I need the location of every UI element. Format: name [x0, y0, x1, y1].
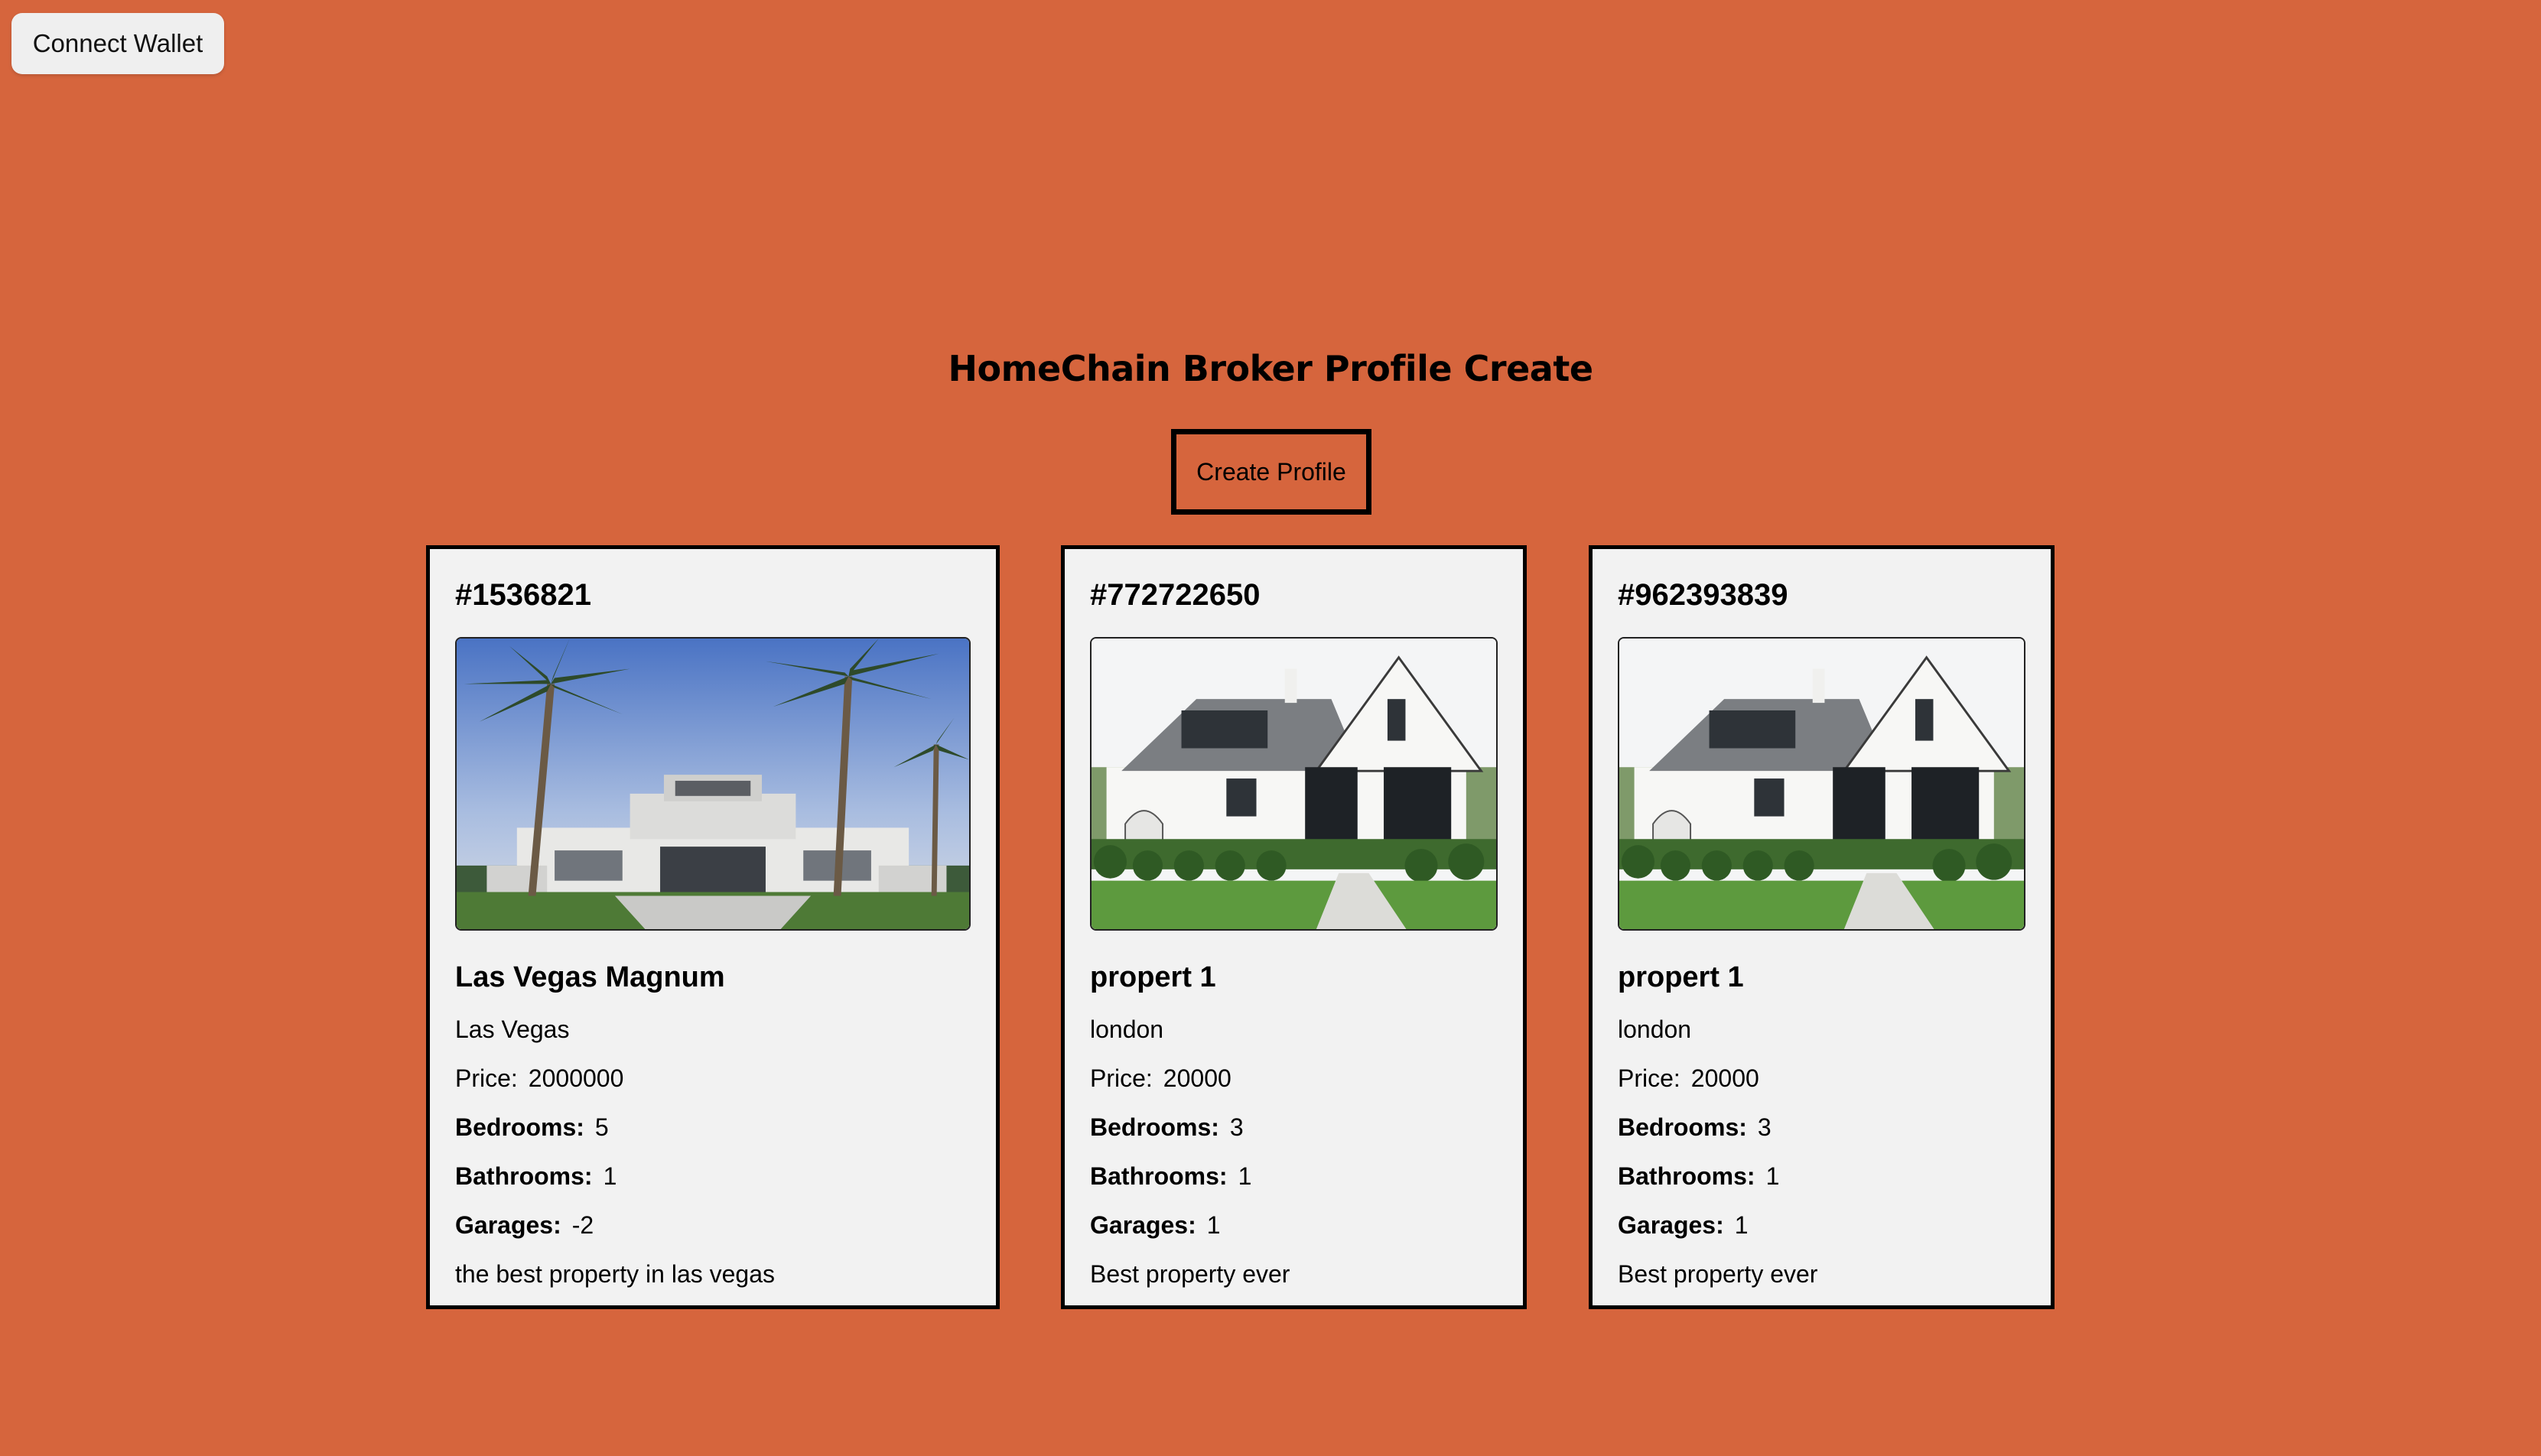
- bathrooms-value: 1: [1765, 1162, 1780, 1190]
- property-bathrooms: Bathrooms: 1: [1090, 1163, 1498, 1189]
- property-bedrooms: Bedrooms: 3: [1618, 1114, 2025, 1140]
- garages-value: 1: [1206, 1211, 1221, 1239]
- garages-label: Garages:: [1090, 1211, 1196, 1239]
- bedrooms-value: 3: [1229, 1113, 1244, 1141]
- create-profile-button[interactable]: Create Profile: [1171, 429, 1371, 515]
- bedrooms-label: Bedrooms:: [455, 1113, 584, 1141]
- property-card: #772722650 propert 1 london Price: 20000…: [1061, 545, 1527, 1309]
- property-bathrooms: Bathrooms: 1: [1618, 1163, 2025, 1189]
- white-farmhouse-photo: [1619, 639, 2024, 929]
- property-bathrooms: Bathrooms: 1: [455, 1163, 971, 1189]
- price-label: Price:: [455, 1064, 518, 1092]
- bedrooms-label: Bedrooms:: [1090, 1113, 1219, 1141]
- property-location: Las Vegas: [455, 1016, 570, 1043]
- garages-value: 1: [1734, 1211, 1749, 1239]
- property-name: propert 1: [1090, 961, 1216, 993]
- price-value: 20000: [1690, 1064, 1759, 1092]
- property-image: [1618, 637, 2025, 931]
- price-label: Price:: [1090, 1064, 1153, 1092]
- property-garages: Garages: 1: [1090, 1212, 1498, 1238]
- page-title: HomeChain Broker Profile Create: [948, 348, 1593, 389]
- property-card: #1536821 Las Vegas Magnum Las Vegas Pric…: [426, 545, 1000, 1309]
- price-value: 20000: [1163, 1064, 1231, 1092]
- bathrooms-label: Bathrooms:: [1618, 1162, 1755, 1190]
- property-price: Price: 2000000: [455, 1065, 971, 1091]
- property-location: london: [1090, 1016, 1164, 1043]
- garages-label: Garages:: [455, 1211, 561, 1239]
- property-bedrooms: Bedrooms: 5: [455, 1114, 971, 1140]
- property-description: Best property ever: [1618, 1260, 1818, 1288]
- bathrooms-label: Bathrooms:: [1090, 1162, 1228, 1190]
- bedrooms-value: 5: [594, 1113, 609, 1141]
- connect-wallet-button[interactable]: Connect Wallet: [11, 13, 224, 74]
- property-name: Las Vegas Magnum: [455, 961, 725, 993]
- property-garages: Garages: 1: [1618, 1212, 2025, 1238]
- property-location: london: [1618, 1016, 1692, 1043]
- bedrooms-value: 3: [1757, 1113, 1772, 1141]
- property-name: propert 1: [1618, 961, 1744, 993]
- property-price: Price: 20000: [1618, 1065, 2025, 1091]
- price-value: 2000000: [528, 1064, 624, 1092]
- property-garages: Garages: -2: [455, 1212, 971, 1238]
- property-description: the best property in las vegas: [455, 1260, 776, 1288]
- property-bedrooms: Bedrooms: 3: [1090, 1114, 1498, 1140]
- garages-value: -2: [571, 1211, 594, 1239]
- bathrooms-value: 1: [1238, 1162, 1252, 1190]
- property-image: [455, 637, 971, 931]
- property-card: #962393839 propert 1 london Price: 20000…: [1589, 545, 2055, 1309]
- white-farmhouse-photo: [1092, 639, 1496, 929]
- property-id: #1536821: [455, 578, 591, 612]
- property-description: Best property ever: [1090, 1260, 1290, 1288]
- property-id: #772722650: [1090, 578, 1261, 612]
- property-image: [1090, 637, 1498, 931]
- property-id: #962393839: [1618, 578, 1788, 612]
- mansion-with-palm-trees-photo: [457, 639, 969, 929]
- bathrooms-label: Bathrooms:: [455, 1162, 593, 1190]
- property-price: Price: 20000: [1090, 1065, 1498, 1091]
- price-label: Price:: [1618, 1064, 1680, 1092]
- garages-label: Garages:: [1618, 1211, 1724, 1239]
- bathrooms-value: 1: [603, 1162, 617, 1190]
- bedrooms-label: Bedrooms:: [1618, 1113, 1747, 1141]
